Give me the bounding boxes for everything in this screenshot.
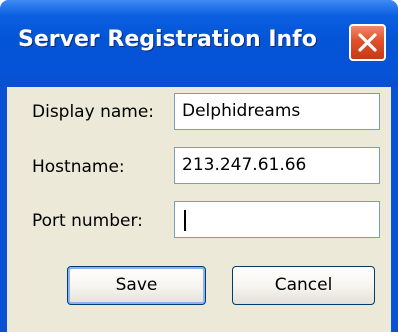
dialog-window: Server Registration Info Display name: D… bbox=[0, 0, 398, 332]
display-name-label: Display name: bbox=[32, 102, 155, 122]
title-bar[interactable]: Server Registration Info bbox=[0, 0, 398, 87]
window-title: Server Registration Info bbox=[18, 27, 317, 52]
cancel-button[interactable]: Cancel bbox=[232, 266, 375, 305]
port-number-label: Port number: bbox=[32, 211, 143, 231]
save-button[interactable]: Save bbox=[67, 266, 206, 305]
display-name-field[interactable]: Delphidreams bbox=[174, 93, 380, 130]
text-cursor bbox=[184, 210, 186, 231]
close-button[interactable] bbox=[349, 24, 386, 61]
hostname-field[interactable]: 213.247.61.66 bbox=[174, 147, 380, 184]
port-number-field[interactable] bbox=[174, 201, 380, 238]
hostname-label: Hostname: bbox=[32, 157, 125, 177]
dialog-body: Display name: Delphidreams Hostname: 213… bbox=[7, 87, 391, 332]
close-x-icon bbox=[358, 33, 377, 52]
